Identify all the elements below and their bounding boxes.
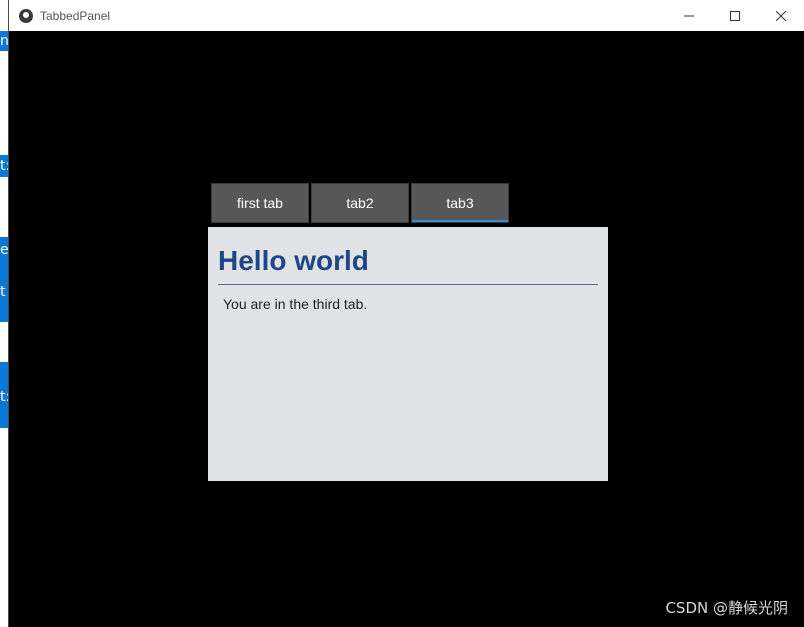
tab-label: tab3 <box>446 195 474 211</box>
close-button[interactable] <box>758 0 804 31</box>
heading-divider <box>218 284 598 285</box>
tab-content-panel: Hello world You are in the third tab. <box>208 227 608 481</box>
client-area: first tab tab2 tab3 Hello world You are … <box>9 31 804 627</box>
close-icon <box>776 10 786 21</box>
maximize-button[interactable] <box>712 0 758 31</box>
app-window: TabbedPanel first tab tab2 tab3 Hello wo… <box>8 0 804 627</box>
content-heading: Hello world <box>218 245 369 276</box>
minimize-button[interactable] <box>666 0 712 31</box>
maximize-icon <box>730 10 740 21</box>
watermark: CSDN @静候光阴 <box>665 599 788 617</box>
tab-strip: first tab tab2 tab3 <box>211 183 509 223</box>
tab-first[interactable]: first tab <box>211 183 309 223</box>
tab-3[interactable]: tab3 <box>411 183 509 223</box>
background-text: t <box>0 284 6 300</box>
tab-label: tab2 <box>346 195 374 211</box>
window-title: TabbedPanel <box>40 8 111 23</box>
content-text: You are in the third tab. <box>223 296 368 312</box>
minimize-icon <box>684 15 694 16</box>
window-controls <box>666 0 804 31</box>
tab-2[interactable]: tab2 <box>311 183 409 223</box>
title-bar[interactable]: TabbedPanel <box>9 0 804 31</box>
app-icon <box>19 8 33 23</box>
tab-label: first tab <box>237 195 283 211</box>
